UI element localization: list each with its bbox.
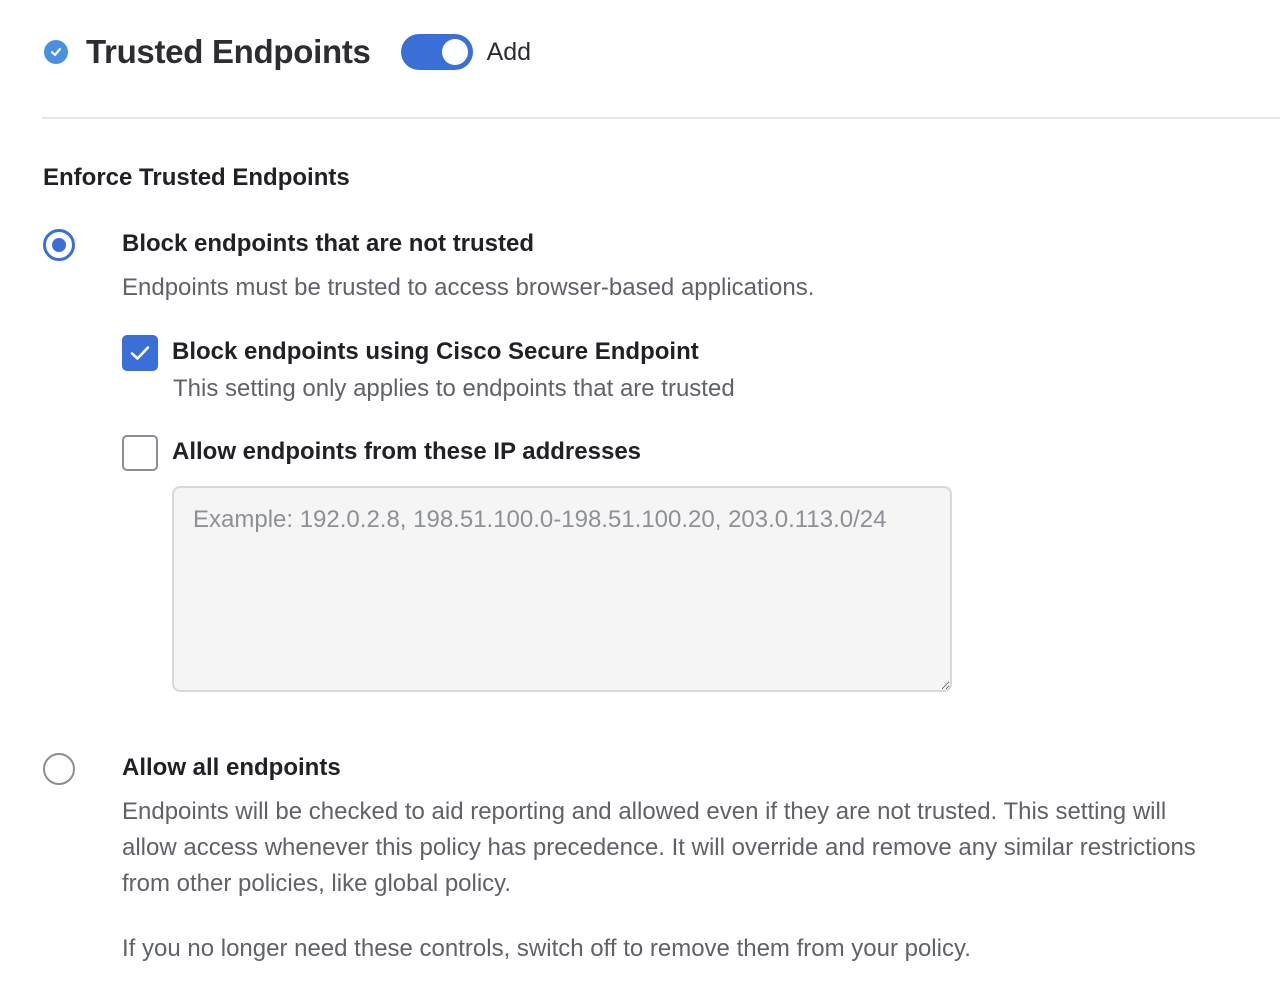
- checkmark-icon: [130, 346, 150, 360]
- checkbox-label-cisco-secure-endpoint[interactable]: Block endpoints using Cisco Secure Endpo…: [172, 338, 699, 366]
- ip-addresses-textarea[interactable]: [172, 486, 952, 692]
- divider: [42, 117, 1280, 119]
- checkbox-cisco-secure-endpoint[interactable]: [122, 335, 158, 371]
- option-description-allow-all: Endpoints will be checked to aid reporti…: [122, 798, 1196, 897]
- toggle-knob: [441, 39, 468, 65]
- toggle-label: Add: [486, 37, 532, 66]
- checkbox-label-allow-ip-addresses[interactable]: Allow endpoints from these IP addresses: [172, 438, 641, 466]
- checkbox-allow-ip-addresses[interactable]: [122, 435, 158, 471]
- option-label-allow-all[interactable]: Allow all endpoints: [122, 754, 341, 782]
- radio-dot: [52, 238, 66, 252]
- policy-section: Trusted Endpoints Add Enforce Trusted En…: [0, 0, 1280, 998]
- radio-block-untrusted[interactable]: [43, 229, 75, 261]
- option-label-block-untrusted[interactable]: Block endpoints that are not trusted: [122, 230, 534, 258]
- add-toggle[interactable]: [400, 34, 473, 70]
- page-title: Trusted Endpoints: [86, 33, 371, 70]
- section-header: Trusted Endpoints Add: [44, 26, 531, 78]
- radio-allow-all[interactable]: [43, 753, 75, 785]
- check-circle-icon: [44, 40, 68, 64]
- checkbox-description-cisco-secure-endpoint: This setting only applies to endpoints t…: [173, 375, 735, 402]
- section-title: Enforce Trusted Endpoints: [43, 164, 350, 191]
- footer-note: If you no longer need these controls, sw…: [122, 935, 971, 962]
- option-description-block-untrusted: Endpoints must be trusted to access brow…: [122, 274, 815, 301]
